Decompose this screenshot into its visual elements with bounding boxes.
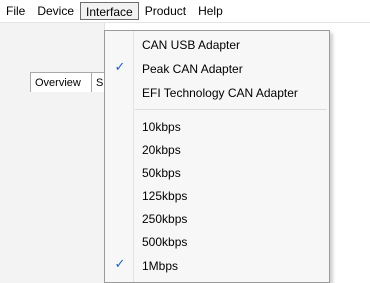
menu-item-label: CAN USB Adapter <box>142 38 241 52</box>
menu-interface[interactable]: Interface <box>80 2 139 20</box>
menu-device[interactable]: Device <box>31 2 80 20</box>
menu-item-can-usb-adapter[interactable]: CAN USB Adapter <box>105 33 329 57</box>
menu-separator <box>135 109 327 110</box>
tab-partial[interactable]: S <box>91 72 105 92</box>
menu-item-1mbps[interactable]: ✓ 1Mbps <box>105 254 329 278</box>
menu-item-20kbps[interactable]: 20kbps <box>105 138 329 162</box>
menu-item-peak-can-adapter[interactable]: ✓ Peak CAN Adapter <box>105 57 329 81</box>
menu-item-label: 20kbps <box>142 143 181 157</box>
check-icon <box>113 118 127 132</box>
check-icon <box>113 141 127 155</box>
check-icon <box>113 210 127 224</box>
left-pane <box>0 22 105 283</box>
menu-item-125kbps[interactable]: 125kbps <box>105 184 329 208</box>
check-icon <box>113 36 127 50</box>
menu-item-label: 1Mbps <box>142 259 179 273</box>
menu-item-label: 250kbps <box>142 212 188 226</box>
menu-item-label: Peak CAN Adapter <box>142 62 243 76</box>
app-window: File Device Interface Product Help Overv… <box>0 0 370 283</box>
check-icon: ✓ <box>114 59 126 74</box>
menu-item-250kbps[interactable]: 250kbps <box>105 207 329 231</box>
menu-item-label: 10kbps <box>142 120 181 134</box>
check-icon: ✓ <box>114 256 126 271</box>
menu-bar: File Device Interface Product Help <box>0 0 370 23</box>
menu-item-efi-can-adapter[interactable]: EFI Technology CAN Adapter <box>105 81 329 105</box>
menu-item-label: 50kbps <box>142 166 181 180</box>
right-pane <box>330 22 370 283</box>
menu-item-50kbps[interactable]: 50kbps <box>105 161 329 185</box>
menu-item-10kbps[interactable]: 10kbps <box>105 115 329 139</box>
menu-product[interactable]: Product <box>139 2 192 20</box>
interface-dropdown-menu: CAN USB Adapter ✓ Peak CAN Adapter EFI T… <box>104 30 330 283</box>
check-icon <box>113 187 127 201</box>
menu-item-label: EFI Technology CAN Adapter <box>142 86 298 100</box>
menu-file[interactable]: File <box>0 2 31 20</box>
check-icon <box>113 164 127 178</box>
tab-overview[interactable]: Overview <box>30 72 92 92</box>
menu-item-label: 125kbps <box>142 189 188 203</box>
menu-help[interactable]: Help <box>192 2 229 20</box>
menu-item-500kbps[interactable]: 500kbps <box>105 230 329 254</box>
check-icon <box>113 84 127 98</box>
check-icon <box>113 233 127 247</box>
menu-item-label: 500kbps <box>142 235 188 249</box>
